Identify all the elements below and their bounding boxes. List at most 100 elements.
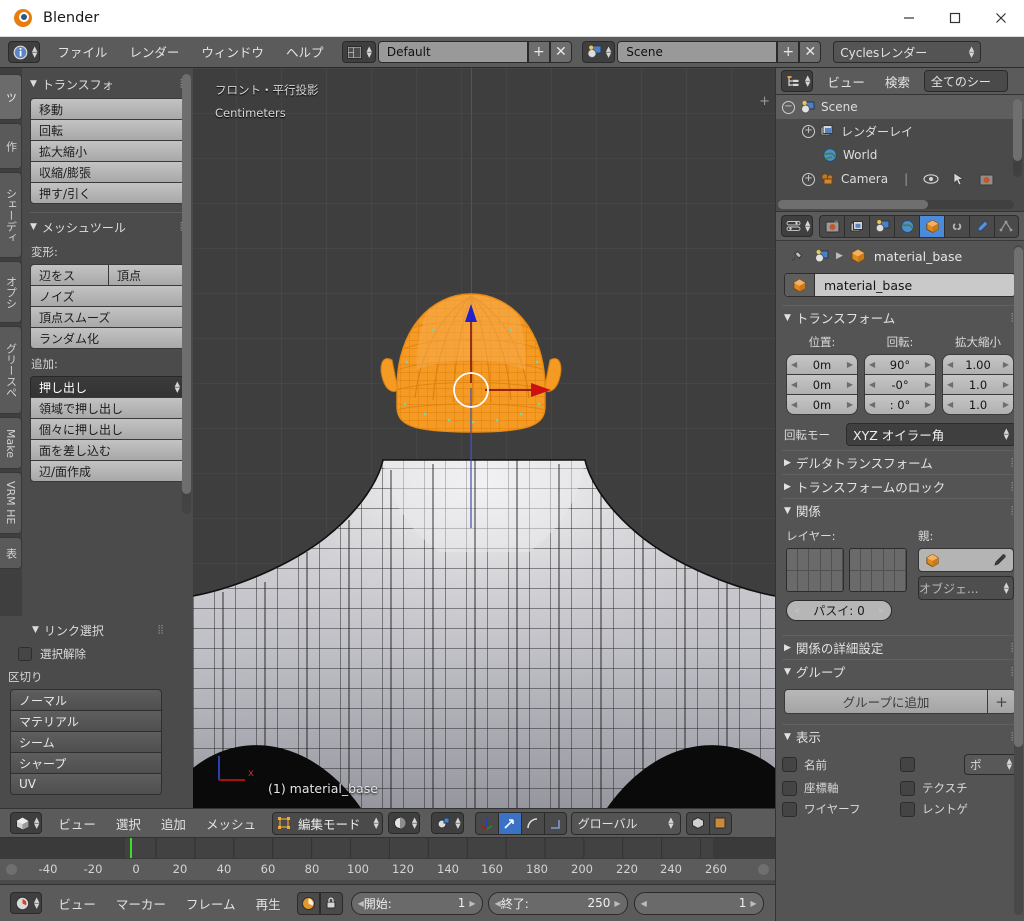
menu-file[interactable]: ファイル <box>46 37 118 68</box>
tab-vrm-he[interactable]: VRM HE <box>0 472 22 534</box>
max-draw-type-selector[interactable]: ポ ▲ ▼ <box>964 754 1018 775</box>
menu-render[interactable]: レンダー <box>118 37 190 68</box>
menu-window[interactable]: ウィンドウ <box>190 37 275 68</box>
mesh-tools-panel-header[interactable]: ▼ メッシュツール ⣿ <box>30 217 187 237</box>
layer-block-right[interactable] <box>849 548 907 592</box>
delimit-normal[interactable]: ノーマル <box>10 689 162 711</box>
cursor-icon[interactable] <box>950 171 967 188</box>
screen-layout-selector[interactable]: ▲ ▼ <box>342 41 376 63</box>
relations-section-header[interactable]: ▼ 関係 ⣿ <box>782 498 1018 522</box>
close-button[interactable] <box>978 0 1024 37</box>
outliner-row-camera[interactable]: + Camera | <box>776 167 1024 191</box>
tool-vertex-slide[interactable]: 頂点 <box>108 264 187 286</box>
timeline-scrollbar-left-cap[interactable] <box>6 864 17 875</box>
expander-icon[interactable]: + <box>802 172 815 186</box>
end-frame-field[interactable]: ◀ 終了: 250 ▶ <box>487 891 628 915</box>
outliner-row-render-layers[interactable]: + レンダーレイ <box>776 119 1024 143</box>
delta-transform-section-header[interactable]: ▶ デルタトランスフォーム ⣿ <box>782 450 1018 474</box>
tab-modifiers[interactable] <box>969 214 995 238</box>
scale-x-field[interactable]: ◀ 1.00 ▶ <box>942 354 1014 375</box>
display-wire-option[interactable]: ワイヤーフ <box>782 801 900 817</box>
timeline-scrollbar-right-cap[interactable] <box>758 864 769 875</box>
transform-section-header[interactable]: ▼ トランスフォーム ⣿ <box>782 305 1018 329</box>
timeline-menu-marker[interactable]: マーカー <box>106 894 176 913</box>
expander-icon[interactable]: − <box>782 100 795 114</box>
auto-keyframe-button[interactable] <box>296 891 320 915</box>
tool-scale[interactable]: 拡大縮小 <box>30 140 187 162</box>
link-select-header[interactable]: ▼ リンク選択 ⣿ <box>30 620 187 640</box>
scene-selector[interactable]: ▲ ▼ <box>581 41 616 63</box>
tool-edge-slide[interactable]: 辺をス <box>30 264 108 286</box>
screen-layout-name[interactable]: Default <box>377 41 528 63</box>
rotation-z-field[interactable]: ◀ : 0° ▶ <box>864 394 936 415</box>
delimit-uv[interactable]: UV <box>10 773 162 795</box>
tool-shelf-scrollbar[interactable] <box>182 74 191 514</box>
timeline-playhead[interactable] <box>130 838 132 858</box>
current-frame-field[interactable]: ◀ 1 ▶ <box>633 891 764 915</box>
pin-icon[interactable] <box>788 248 805 265</box>
timeline-menu-frame[interactable]: フレーム <box>176 894 246 913</box>
outliner-display-mode[interactable]: 全てのシー <box>923 70 1008 92</box>
tool-shrink-fatten[interactable]: 収縮/膨張 <box>30 161 187 183</box>
tab-render[interactable] <box>819 214 845 238</box>
tab-scene[interactable] <box>869 214 895 238</box>
outliner-tree[interactable]: − Scene + レンダーレイ World + Camera | <box>776 95 1024 211</box>
tab-create[interactable]: 作 <box>0 123 22 169</box>
chevron-right-icon[interactable]: ▶ <box>1003 380 1009 389</box>
scene-icon[interactable] <box>813 248 830 265</box>
object-name-field[interactable]: material_base <box>784 273 1016 297</box>
display-xray-checkbox[interactable] <box>900 801 915 817</box>
lock-button[interactable] <box>319 891 343 915</box>
tab-shading[interactable]: シェーディ <box>0 172 22 258</box>
chevron-left-icon[interactable]: ◀ <box>641 899 647 908</box>
tab-make[interactable]: Make <box>0 417 22 469</box>
manipulator-scale-button[interactable] <box>543 811 567 835</box>
viewport-menu-mesh[interactable]: メッシュ <box>196 814 266 833</box>
start-frame-field[interactable]: ◀ 開始: 1 ▶ <box>350 891 483 915</box>
chevron-right-icon[interactable]: ▶ <box>847 360 853 369</box>
screen-add-button[interactable]: + <box>527 41 550 63</box>
interaction-mode-selector[interactable]: 編集モード ▲ ▼ <box>271 811 383 835</box>
tool-extrude-individual[interactable]: 個々に押し出し <box>30 418 187 440</box>
outliner-editor-type-selector[interactable]: ▲ ▼ <box>781 70 814 92</box>
editor-type-selector[interactable]: ▲ ▼ <box>8 41 41 63</box>
layer-block-left[interactable] <box>786 548 844 592</box>
render-engine-selector[interactable]: Cyclesレンダー ▲ ▼ <box>833 41 982 63</box>
add-to-group-button[interactable]: グループに追加 <box>784 689 988 714</box>
location-y-field[interactable]: ◀ 0m ▶ <box>786 374 858 395</box>
display-axis-checkbox[interactable] <box>782 780 797 796</box>
tool-inset-faces[interactable]: 面を差し込む <box>30 439 187 461</box>
chevron-right-icon[interactable]: ▶ <box>614 899 620 908</box>
scene-remove-button[interactable]: ✕ <box>799 41 822 63</box>
timeline-menu-playback[interactable]: 再生 <box>246 894 291 913</box>
tab-tools[interactable]: ツ <box>0 74 22 120</box>
viewport-menu-add[interactable]: 追加 <box>151 814 196 833</box>
scale-z-field[interactable]: ◀ 1.0 ▶ <box>942 394 1014 415</box>
chevron-right-icon[interactable]: ▶ <box>1003 360 1009 369</box>
display-xray-option[interactable]: レントゲ <box>900 801 1018 817</box>
scrollbar-thumb[interactable] <box>1014 247 1023 747</box>
properties-editor-type-selector[interactable]: ▲ ▼ <box>781 215 814 237</box>
tool-push-pull[interactable]: 押す/引く <box>30 182 187 204</box>
chevron-right-icon[interactable]: ▶ <box>925 400 931 409</box>
chevron-right-icon[interactable]: ▶ <box>750 899 756 908</box>
tool-randomize[interactable]: ランダム化 <box>30 327 187 349</box>
display-section-header[interactable]: ▼ 表示 ⣿ <box>782 724 1018 748</box>
scrollbar-thumb[interactable] <box>182 74 191 494</box>
chevron-right-icon[interactable]: ▶ <box>879 606 885 615</box>
pass-index-field[interactable]: ◀ パスイ: 0 ▶ <box>786 600 892 621</box>
scene-add-button[interactable]: + <box>777 41 800 63</box>
shading-textured-button[interactable] <box>708 811 732 835</box>
rotation-x-field[interactable]: ◀ 90° ▶ <box>864 354 936 375</box>
viewport-toggle-panel-arrow[interactable]: + <box>759 94 770 109</box>
viewport-menu-view[interactable]: ビュー <box>48 814 106 833</box>
outliner-menu-view[interactable]: ビュー <box>817 72 875 91</box>
expander-icon[interactable]: + <box>802 124 815 138</box>
add-group-plus-button[interactable]: + <box>988 689 1016 714</box>
eyedropper-icon[interactable] <box>991 552 1008 569</box>
render-icon[interactable] <box>978 171 995 188</box>
chevron-right-icon[interactable]: ▶ <box>925 360 931 369</box>
transform-orientation-selector[interactable]: グローバル ▲ ▼ <box>570 811 681 835</box>
viewport-shading-selector[interactable]: ▲ ▼ <box>387 812 421 834</box>
layer-grid[interactable] <box>786 548 908 592</box>
